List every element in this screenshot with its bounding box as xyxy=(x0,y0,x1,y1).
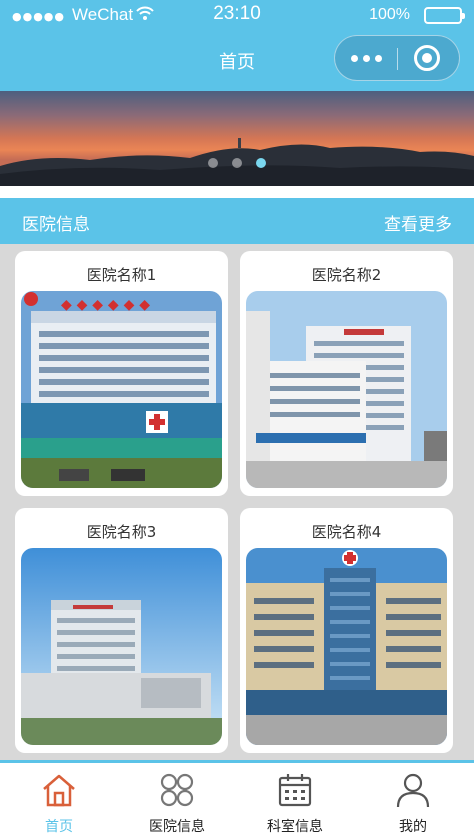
more-dot xyxy=(374,54,382,62)
see-more-link[interactable]: 查看更多 xyxy=(384,210,452,235)
close-mini-program-button[interactable] xyxy=(414,45,440,71)
more-options-button[interactable] xyxy=(335,36,397,80)
hospital-name: 医院名称2 xyxy=(311,266,382,284)
hospital-photo xyxy=(21,548,222,745)
tab-label: 医院信息 xyxy=(149,819,205,835)
home-icon xyxy=(43,774,75,807)
banner-spacer xyxy=(0,186,474,198)
status-bar: ●●●●● WeChat 23:10 100% xyxy=(0,0,474,31)
tab-mine[interactable]: 我的 xyxy=(354,763,472,839)
more-dot xyxy=(362,54,370,62)
battery-icon xyxy=(424,7,465,24)
tab-department-info[interactable]: 科室信息 xyxy=(236,763,354,839)
hospital-card[interactable]: 医院名称1 ◆ ◆ ◆ ◆ ◆ ◆ xyxy=(15,251,228,496)
tab-hospital-info[interactable]: 医院信息 xyxy=(118,763,236,839)
tab-label: 首页 xyxy=(45,819,73,835)
hospital-photo xyxy=(246,291,447,488)
carousel-indicators xyxy=(0,158,474,168)
section-title: 医院信息 xyxy=(22,215,90,235)
battery-percent: 100% xyxy=(369,6,410,23)
svg-text:◆ ◆ ◆ ◆ ◆ ◆: ◆ ◆ ◆ ◆ ◆ ◆ xyxy=(61,297,150,313)
hospital-name: 医院名称4 xyxy=(311,523,382,541)
hospital-name: 医院名称3 xyxy=(86,523,157,541)
hospital-name: 医院名称1 xyxy=(86,266,157,284)
navigation-bar: 首页 xyxy=(0,31,474,91)
grid-icon xyxy=(160,773,194,807)
tab-label: 我的 xyxy=(399,819,427,835)
hospital-grid: 医院名称1 ◆ ◆ ◆ ◆ ◆ ◆ 医院名称2 医院名称3 医院名称4 xyxy=(0,244,474,760)
capsule-divider xyxy=(397,48,398,70)
carousel-dot[interactable] xyxy=(256,158,266,168)
hospital-photo xyxy=(246,548,447,745)
hospital-card[interactable]: 医院名称3 xyxy=(15,508,228,753)
banner-carousel[interactable] xyxy=(0,91,474,186)
carousel-dot[interactable] xyxy=(208,158,218,168)
mini-program-capsule xyxy=(334,35,460,81)
hospital-section-header: 医院信息 查看更多 xyxy=(0,198,474,244)
more-dot xyxy=(350,54,358,62)
hospital-card[interactable]: 医院名称2 xyxy=(240,251,453,496)
tab-label: 科室信息 xyxy=(267,819,323,835)
hospital-card[interactable]: 医院名称4 xyxy=(240,508,453,753)
carousel-dot[interactable] xyxy=(232,158,242,168)
calendar-icon xyxy=(278,774,312,807)
tab-home[interactable]: 首页 xyxy=(0,763,118,839)
tab-bar: 首页 医院信息 科室信息 我的 xyxy=(0,760,474,839)
user-icon xyxy=(396,773,430,808)
hospital-photo: ◆ ◆ ◆ ◆ ◆ ◆ xyxy=(21,291,222,488)
